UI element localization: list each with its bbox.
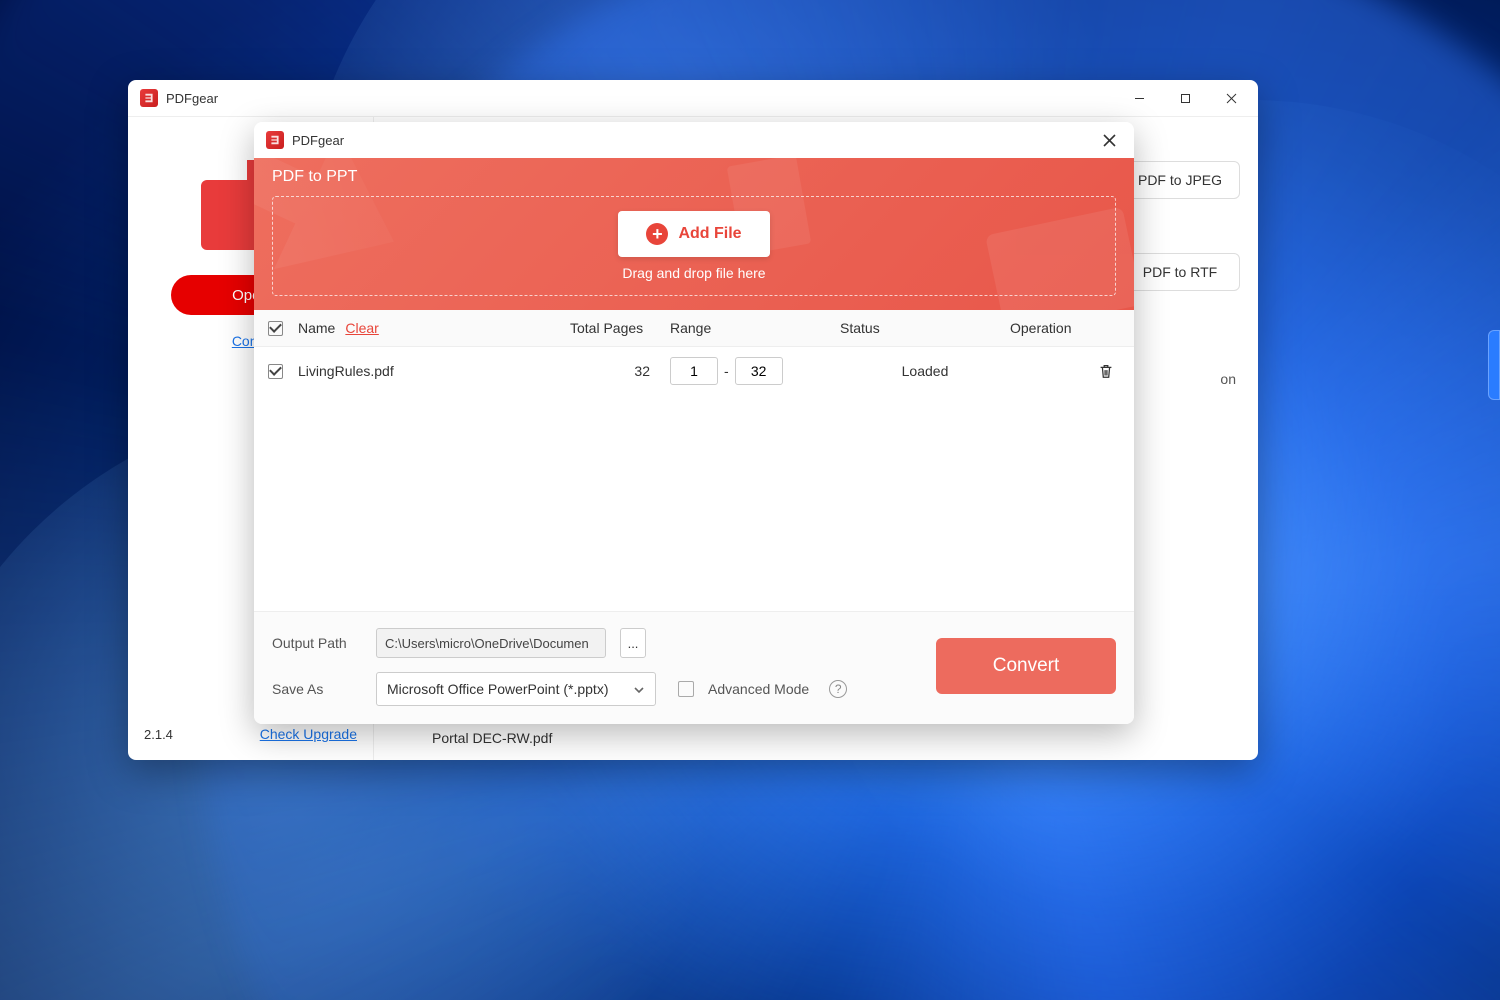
main-window-title: PDFgear <box>166 91 218 106</box>
maximize-button[interactable] <box>1162 80 1208 116</box>
file-table: Name Clear Total Pages Range Status Oper… <box>254 310 1134 611</box>
app-icon <box>266 131 284 149</box>
add-file-label: Add File <box>678 225 741 243</box>
clear-link[interactable]: Clear <box>345 320 378 336</box>
row-checkbox[interactable] <box>268 364 283 379</box>
window-controls <box>1116 80 1254 116</box>
add-file-button[interactable]: + Add File <box>618 211 769 257</box>
browse-button[interactable]: ... <box>620 628 646 658</box>
minimize-button[interactable] <box>1116 80 1162 116</box>
dialog-title: PDFgear <box>292 133 344 148</box>
drop-hint-text: Drag and drop file here <box>622 265 765 281</box>
chevron-down-icon <box>633 683 645 695</box>
advanced-mode-label: Advanced Mode <box>708 681 809 697</box>
status-cell: Loaded <box>840 363 1010 379</box>
col-range-header: Range <box>670 320 840 336</box>
range-separator: - <box>724 363 729 379</box>
drop-zone[interactable]: + Add File Drag and drop file here <box>272 196 1116 296</box>
output-path-label: Output Path <box>272 635 362 651</box>
dialog-footer: Output Path ... Save As Microsoft Office… <box>254 611 1134 724</box>
table-row: LivingRules.pdf 32 - Loaded <box>254 347 1134 395</box>
tile-pdf-to-rtf[interactable]: PDF to RTF <box>1120 253 1240 291</box>
convert-dialog: PDFgear PDF to PPT + Add File Drag and d… <box>254 122 1134 724</box>
version-label: 2.1.4 <box>144 727 173 742</box>
delete-row-button[interactable] <box>1092 357 1120 385</box>
save-as-label: Save As <box>272 681 362 697</box>
file-name-cell: LivingRules.pdf <box>298 363 570 379</box>
convert-button[interactable]: Convert <box>936 638 1116 694</box>
col-status-header: Status <box>840 320 1010 336</box>
recent-file-item[interactable]: Portal DEC-RW.pdf <box>392 730 1240 746</box>
tile-pdf-to-jpeg[interactable]: PDF to JPEG <box>1120 161 1240 199</box>
check-upgrade-link[interactable]: Check Upgrade <box>260 726 357 742</box>
select-all-checkbox[interactable] <box>268 321 283 336</box>
col-name-header: Name <box>298 320 335 336</box>
app-icon <box>140 89 158 107</box>
output-path-input[interactable] <box>376 628 606 658</box>
close-button[interactable] <box>1208 80 1254 116</box>
range-from-input[interactable] <box>670 357 718 385</box>
range-to-input[interactable] <box>735 357 783 385</box>
plus-icon: + <box>646 223 668 245</box>
col-pages-header: Total Pages <box>570 320 670 336</box>
conversion-type-label: PDF to PPT <box>272 168 1116 186</box>
save-as-value: Microsoft Office PowerPoint (*.pptx) <box>387 681 608 697</box>
dialog-close-button[interactable] <box>1094 125 1124 155</box>
main-titlebar: PDFgear <box>128 80 1258 116</box>
col-operation-header: Operation <box>1010 320 1120 336</box>
table-header-row: Name Clear Total Pages Range Status Oper… <box>254 310 1134 347</box>
taskbar-side-widget[interactable] <box>1488 330 1500 400</box>
total-pages-cell: 32 <box>570 363 670 379</box>
advanced-mode-checkbox[interactable] <box>678 681 694 697</box>
dialog-titlebar: PDFgear <box>254 122 1134 158</box>
save-as-select[interactable]: Microsoft Office PowerPoint (*.pptx) <box>376 672 656 706</box>
dialog-header: PDF to PPT + Add File Drag and drop file… <box>254 158 1134 310</box>
help-icon[interactable]: ? <box>829 680 847 698</box>
trash-icon <box>1097 362 1115 380</box>
